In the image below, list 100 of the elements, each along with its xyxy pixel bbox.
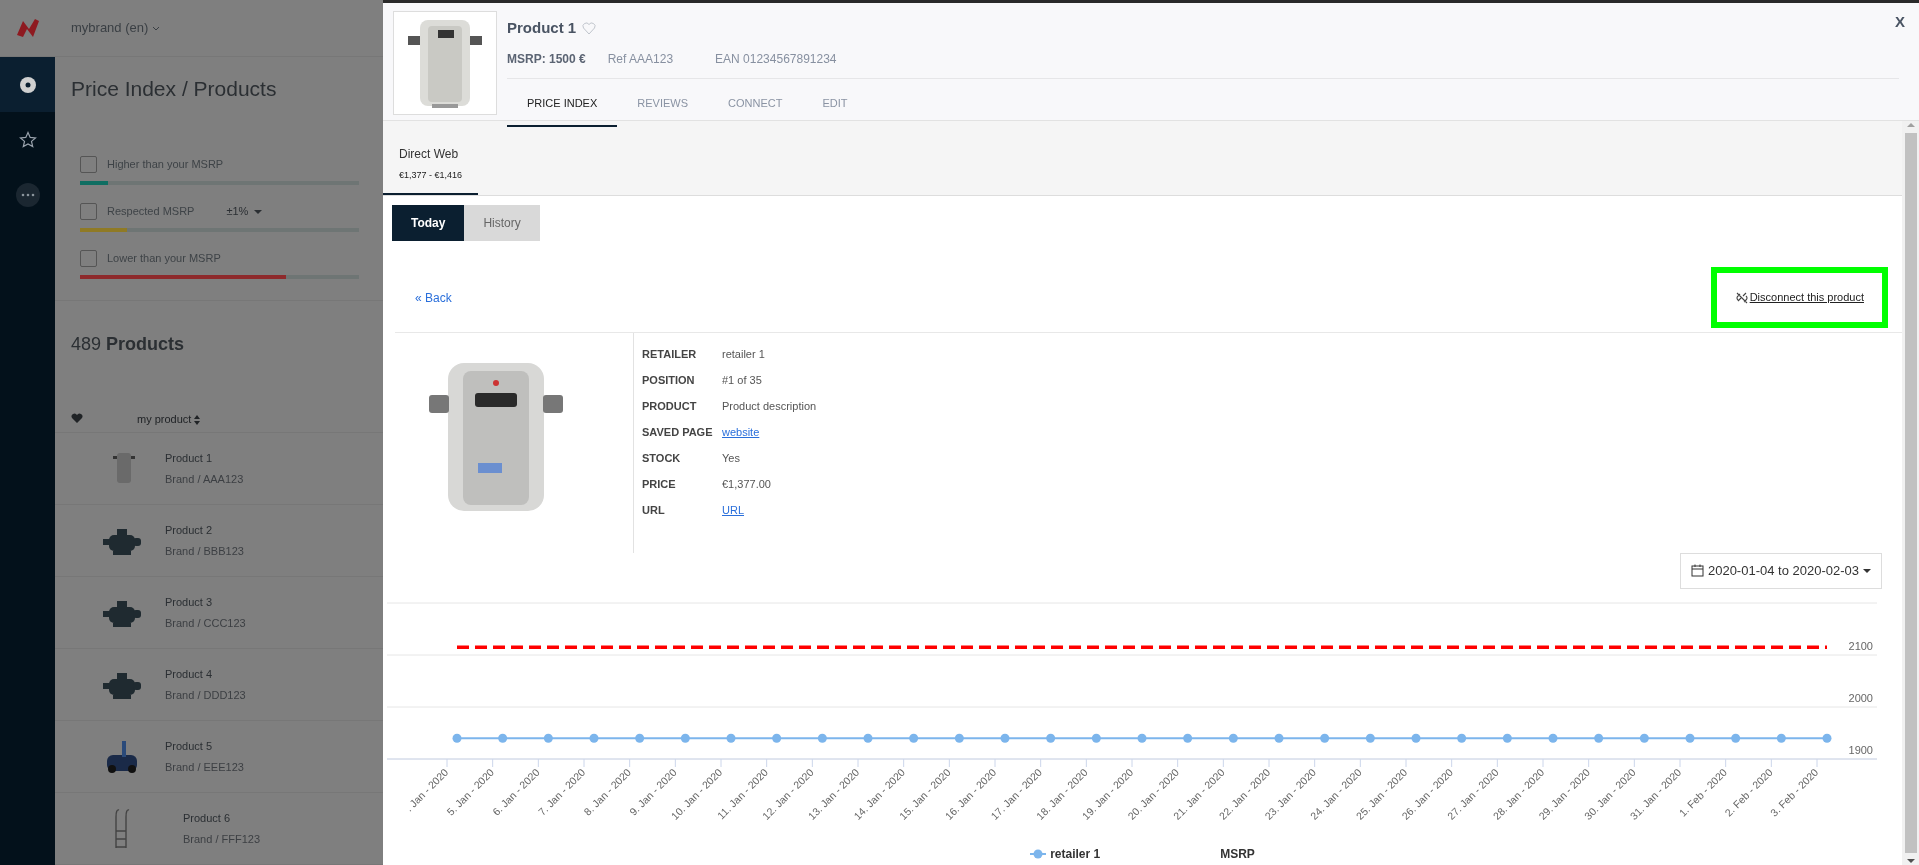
logo-icon[interactable] xyxy=(14,17,41,39)
product-name: Product 1 xyxy=(165,451,214,466)
product-brand-ref: Brand / EEE123 xyxy=(165,759,244,775)
tolerance-dropdown[interactable]: ±1% xyxy=(226,203,263,220)
heart-icon[interactable] xyxy=(71,413,83,425)
product-brand-ref: Brand / FFF123 xyxy=(183,831,261,847)
tab[interactable]: REVIEWS xyxy=(617,78,709,127)
data-point[interactable] xyxy=(1731,733,1741,743)
data-point[interactable] xyxy=(1365,733,1375,743)
y-axis-label: 2000 xyxy=(1848,691,1873,704)
product-name: Product 4 xyxy=(165,667,214,682)
product-row[interactable]: Product 4 Brand / DDD123 xyxy=(55,649,383,721)
data-point[interactable] xyxy=(1137,733,1147,743)
caret-icon xyxy=(1863,568,1871,573)
product-title: Product 1 xyxy=(507,18,577,38)
sort-column-header[interactable]: my product xyxy=(137,410,201,428)
data-point[interactable] xyxy=(772,733,782,743)
date-range-picker[interactable]: 2020-01-04 to 2020-02-03 xyxy=(1679,553,1882,589)
data-point[interactable] xyxy=(1000,733,1010,743)
line-marker-icon xyxy=(1030,847,1047,860)
data-point[interactable] xyxy=(1548,733,1558,743)
data-point[interactable] xyxy=(1822,733,1832,743)
detail-label: POSITION xyxy=(642,372,696,388)
data-point[interactable] xyxy=(1594,733,1604,743)
data-point[interactable] xyxy=(452,733,462,743)
ean-code: EAN 01234567891234 xyxy=(715,50,837,68)
scroll-down-arrow-icon[interactable] xyxy=(1905,857,1916,865)
data-point[interactable] xyxy=(1046,733,1056,743)
star-icon xyxy=(18,130,37,149)
product-count: 489 Products xyxy=(71,333,185,354)
filter-checkbox[interactable] xyxy=(80,203,97,220)
reference: Ref AAA123 xyxy=(607,50,674,68)
scrollbar[interactable] xyxy=(1902,121,1919,865)
data-point[interactable] xyxy=(543,733,553,743)
disconnect-link[interactable]: Disconnect this product xyxy=(1734,289,1864,306)
detail-value: retailer 1 xyxy=(722,346,765,362)
msrp-value: MSRP: 1500 € xyxy=(507,50,586,68)
data-point[interactable] xyxy=(817,733,827,743)
product-brand-ref: Brand / AAA123 xyxy=(165,471,244,487)
tab[interactable]: EDIT xyxy=(802,78,868,127)
detail-value: #1 of 35 xyxy=(722,372,762,388)
product-name: Product 3 xyxy=(165,595,214,610)
data-point[interactable] xyxy=(1457,733,1467,743)
detail-label: PRICE xyxy=(642,476,677,492)
detail-label: STOCK xyxy=(642,450,682,466)
product-brand-ref: Brand / CCC123 xyxy=(165,615,246,631)
sort-icon xyxy=(194,414,201,425)
data-point[interactable] xyxy=(909,733,919,743)
product-brand-ref: Brand / DDD123 xyxy=(165,687,246,703)
unlink-icon xyxy=(1734,291,1748,304)
toggle-button[interactable]: History xyxy=(464,205,540,241)
data-point[interactable] xyxy=(498,733,508,743)
detail-label: URL xyxy=(642,502,666,518)
data-point[interactable] xyxy=(1091,733,1101,743)
data-point[interactable] xyxy=(680,733,690,743)
product-row[interactable]: Product 3 Brand / CCC123 xyxy=(55,577,383,649)
data-point[interactable] xyxy=(1183,733,1193,743)
data-point[interactable] xyxy=(1776,733,1786,743)
detail-link[interactable]: URL xyxy=(722,501,744,519)
channel-tab[interactable]: Direct Web €1,377 - €1,416 xyxy=(383,121,479,195)
filter-checkbox[interactable] xyxy=(80,156,97,173)
filter-label: Lower than your MSRP xyxy=(107,251,221,267)
data-point[interactable] xyxy=(1274,733,1284,743)
back-link[interactable]: « Back xyxy=(415,288,452,307)
data-point[interactable] xyxy=(726,733,736,743)
data-point[interactable] xyxy=(1685,733,1695,743)
product-name: Product 5 xyxy=(165,739,214,754)
tab[interactable]: CONNECT xyxy=(708,78,803,127)
toggle-button[interactable]: Today xyxy=(392,205,465,241)
product-name: Product 2 xyxy=(165,523,214,538)
chevron-down-icon xyxy=(151,25,160,33)
legend-item[interactable]: retailer 1 xyxy=(1030,844,1101,863)
data-point[interactable] xyxy=(1411,733,1421,743)
data-point[interactable] xyxy=(1502,733,1512,743)
data-point[interactable] xyxy=(1228,733,1238,743)
calendar-icon xyxy=(1690,564,1704,578)
product-brand-ref: Brand / BBB123 xyxy=(165,543,244,559)
data-point[interactable] xyxy=(589,733,599,743)
detail-label: SAVED PAGE xyxy=(642,424,714,440)
detail-value: Yes xyxy=(722,450,740,466)
target-icon xyxy=(18,75,37,94)
detail-label: PRODUCT xyxy=(642,398,698,414)
data-point[interactable] xyxy=(1639,733,1649,743)
close-button[interactable]: X xyxy=(1895,11,1905,34)
brand-dropdown[interactable]: mybrand (en) xyxy=(71,18,160,38)
scroll-up-arrow-icon[interactable] xyxy=(1905,121,1916,129)
price-index-nav-item[interactable] xyxy=(0,57,55,112)
legend-item[interactable]: MSRP xyxy=(1220,844,1255,863)
detail-label: RETAILER xyxy=(642,346,698,362)
product-row[interactable]: Product 5 Brand / EEE123 xyxy=(55,721,383,793)
data-point[interactable] xyxy=(863,733,873,743)
data-point[interactable] xyxy=(954,733,964,743)
caret-icon xyxy=(254,209,263,214)
data-point[interactable] xyxy=(1320,733,1330,743)
filter-checkbox[interactable] xyxy=(80,250,97,267)
product-row[interactable]: Product 1 Brand / AAA123 xyxy=(55,433,383,505)
product-row[interactable]: Product 2 Brand / BBB123 xyxy=(55,505,383,577)
data-point[interactable] xyxy=(635,733,645,743)
detail-link[interactable]: website xyxy=(722,423,760,441)
detail-value: €1,377.00 xyxy=(722,476,771,492)
